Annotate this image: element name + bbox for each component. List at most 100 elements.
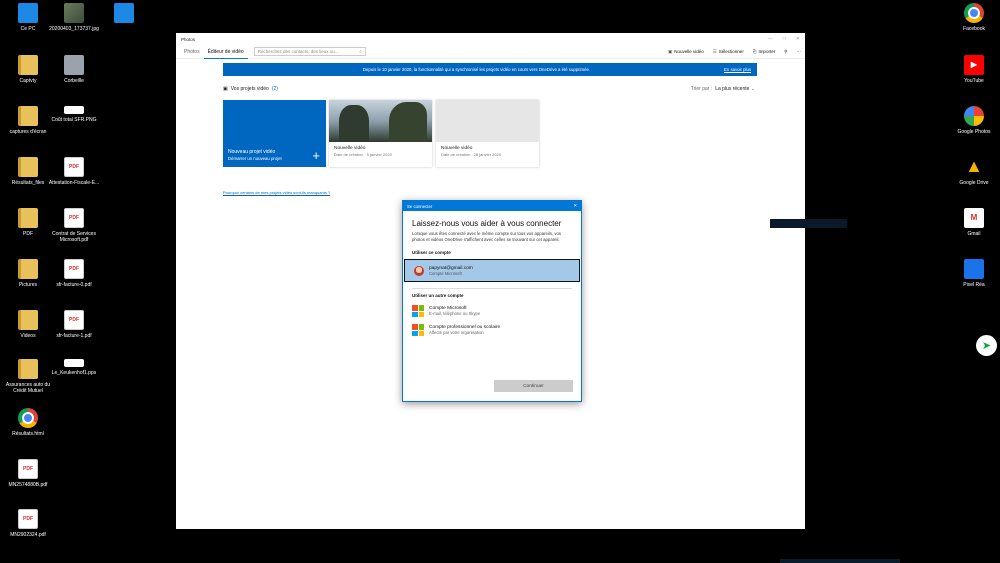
- close-icon[interactable]: ✕: [796, 36, 800, 42]
- folder-icon: [18, 55, 38, 75]
- new-project-title: Nouveau projet vidéo: [228, 149, 276, 155]
- gmail-icon: M: [964, 208, 984, 228]
- desktop-icon[interactable]: ▶ YouTube: [946, 55, 1000, 84]
- desktop-icon-label: 20200403_173737.jpg: [49, 26, 99, 32]
- sort-dropdown[interactable]: Trier par : La plus récente ⌄: [691, 86, 755, 92]
- desktop: Ce PC 20200403_173737.jpg Captvty Corbeille…: [0, 0, 1000, 563]
- tab-video-editor[interactable]: Éditeur de vidéo: [203, 45, 248, 59]
- new-video-button[interactable]: ▣ Nouvelle vidéo: [668, 49, 704, 55]
- desktop-icon[interactable]: Pixel Réa: [946, 259, 1000, 288]
- current-account-option[interactable]: papynat@gmail.com Compte Microsoft: [404, 259, 580, 283]
- use-this-account-label: Utiliser ce compte: [412, 250, 451, 256]
- desktop-icon[interactable]: PDF Contrat de Services Microsoft.pdf: [46, 208, 102, 243]
- app-title: Photos: [181, 36, 196, 42]
- new-project-subtitle: Démarrer un nouveau projet: [228, 156, 282, 161]
- import-button[interactable]: ⎘ Importer: [753, 49, 775, 54]
- project-date: Date de création : 28 janvier 2020: [441, 152, 502, 157]
- desktop-icon-label: sfr-facture-0.pdf: [56, 282, 92, 288]
- desktop-icon[interactable]: Google Photos: [946, 106, 1000, 135]
- chrome-icon: [18, 408, 38, 428]
- title-bar: Photos — □ ✕: [176, 33, 805, 45]
- microsoft-logo-icon: [412, 324, 424, 337]
- desktop-icon-label: MN2574880B.pdf: [8, 482, 48, 488]
- send-icon[interactable]: ➤: [976, 335, 997, 356]
- desktop-icon[interactable]: PDF sfr-facture-0.pdf: [46, 259, 102, 288]
- work-account-option[interactable]: Compte professionnel ou scolaire Affecté…: [403, 319, 581, 338]
- select-icon: ☰: [712, 48, 717, 54]
- folder-icon: [18, 106, 38, 126]
- desktop-icon-label: Le_Keukenhof1.pps: [51, 370, 97, 376]
- desktop-icon-label: MN2902324.pdf: [10, 532, 46, 538]
- pc-icon: [18, 3, 38, 23]
- banner-message: Depuis le 10 janvier 2020, la fonctionna…: [362, 67, 591, 72]
- desktop-icon-label: captures d'écran: [9, 129, 47, 135]
- project-title: Nouvelle vidéo: [441, 146, 473, 151]
- microsoft-account-option[interactable]: Compte Microsoft E-mail, téléphone ou Sk…: [403, 300, 581, 319]
- close-icon[interactable]: ✕: [573, 203, 577, 209]
- project-title: Nouvelle vidéo: [334, 146, 366, 151]
- folder-icon: [18, 259, 38, 279]
- person-icon[interactable]: ⚲: [784, 49, 787, 55]
- folder-icon: [18, 208, 38, 228]
- project-thumbnail: [329, 100, 432, 142]
- pdf-icon: PDF: [64, 259, 84, 279]
- project-card[interactable]: Nouvelle vidéo Date de création : 28 jan…: [436, 100, 539, 167]
- desktop-icon-label: Assurances auto du Crédit Mutuel: [5, 382, 51, 394]
- microsoft-logo-icon: [412, 305, 424, 318]
- desktop-icon-label: Pixel Réa: [963, 282, 985, 288]
- search-icon[interactable]: ⌕: [359, 49, 362, 54]
- dialog-titlebar: Se connecter ✕: [403, 201, 581, 211]
- dialog-title: Se connecter: [407, 203, 433, 209]
- dialog-heading: Laissez-nous vous aider à vous connecter: [412, 219, 562, 228]
- desktop-icon-label: YouTube: [964, 78, 984, 84]
- project-thumbnail: [436, 100, 539, 142]
- chrome-icon: [964, 3, 984, 23]
- desktop-icon[interactable]: Résultats.html: [0, 408, 56, 437]
- video-icon: ▣: [667, 48, 673, 54]
- desktop-icon[interactable]: PDF sfr-facture-1.pdf: [46, 310, 102, 339]
- project-date: Date de création : 5 janvier 2020: [334, 152, 392, 157]
- desktop-icon[interactable]: ▲ Google Drive: [946, 156, 1000, 186]
- desktop-icon[interactable]: Facebook: [946, 3, 1000, 32]
- desktop-icon[interactable]: Corbeille: [46, 55, 102, 84]
- desktop-icon-label: Facebook: [963, 26, 985, 32]
- desktop-icon[interactable]: Le_Keukenhof1.pps: [46, 359, 102, 376]
- desktop-icon[interactable]: PDF MN2902324.pdf: [0, 509, 56, 538]
- continue-button[interactable]: Continuer: [494, 380, 573, 392]
- desktop-icon-label: Contrat de Services Microsoft.pdf: [52, 231, 96, 243]
- avatar: [414, 265, 424, 276]
- gphotos-icon: [964, 106, 984, 126]
- toolbar: Photos Éditeur de vidéo Recherchez des c…: [176, 45, 805, 59]
- desktop-icon-label: Attestation-Fiscale-E...: [48, 180, 100, 186]
- pc-icon: [114, 3, 134, 23]
- folder-icon: [18, 157, 38, 177]
- maximize-icon[interactable]: □: [783, 36, 786, 42]
- floating-bar[interactable]: [770, 219, 847, 228]
- more-icon[interactable]: ···: [797, 49, 802, 54]
- desktop-icon-label: Coût total SFR.PNG: [51, 117, 97, 123]
- desktop-icon[interactable]: 20200403_173737.jpg: [46, 3, 102, 32]
- missing-projects-link[interactable]: Pourquoi certains de mes projets vidéo s…: [223, 190, 330, 195]
- info-banner: Depuis le 10 janvier 2020, la fonctionna…: [223, 63, 757, 76]
- desktop-icon[interactable]: PDF Attestation-Fiscale-E...: [46, 157, 102, 186]
- folder-icon: [18, 310, 38, 330]
- pdf-icon: PDF: [64, 157, 84, 177]
- new-project-card[interactable]: Nouveau projet vidéo Démarrer un nouveau…: [223, 100, 326, 167]
- project-card[interactable]: Nouvelle vidéo Date de création : 5 janv…: [329, 100, 432, 167]
- desktop-icon[interactable]: M Gmail: [946, 208, 1000, 237]
- minimize-icon[interactable]: —: [768, 36, 773, 42]
- desktop-icon-label: sfr-facture-1.pdf: [56, 333, 92, 339]
- desktop-icon[interactable]: [96, 3, 152, 26]
- search-input[interactable]: Recherchez des contacts, des lieux ou...…: [253, 47, 366, 56]
- projects-count: (2): [271, 86, 278, 92]
- tab-photos[interactable]: Photos: [180, 45, 204, 59]
- use-other-account-label: Utiliser un autre compte: [412, 293, 464, 299]
- pdf-icon: PDF: [64, 310, 84, 330]
- learn-more-link[interactable]: En savoir plus: [724, 67, 751, 72]
- import-icon: ⎘: [752, 49, 757, 54]
- desktop-icon[interactable]: Coût total SFR.PNG: [46, 106, 102, 123]
- desktop-icon[interactable]: PDF MN2574880B.pdf: [0, 459, 56, 488]
- search-placeholder: Recherchez des contacts, des lieux ou...: [257, 49, 339, 54]
- rect-icon: [64, 359, 84, 367]
- select-button[interactable]: ☰ Sélectionner: [713, 49, 744, 55]
